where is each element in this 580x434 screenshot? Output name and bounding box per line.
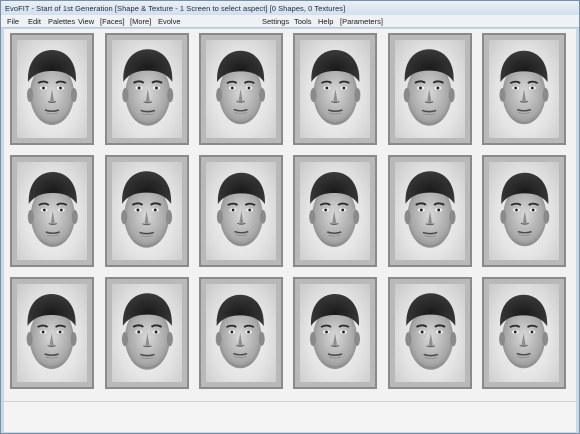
face-image: [206, 284, 276, 382]
face-card-7[interactable]: [10, 155, 94, 267]
face-card-10[interactable]: [293, 155, 377, 267]
face-image: [112, 40, 182, 138]
face-card-1[interactable]: [10, 33, 94, 145]
face-portrait: [216, 50, 266, 125]
menu-view[interactable]: View: [78, 16, 94, 27]
face-grid: [4, 29, 576, 401]
menu-help[interactable]: Help: [318, 16, 333, 27]
bottom-panel: [4, 401, 576, 432]
face-portrait: [310, 50, 361, 125]
face-image: [300, 40, 370, 138]
face-portrait: [310, 294, 360, 369]
menu-edit[interactable]: Edit: [28, 16, 41, 27]
face-portrait: [216, 172, 266, 247]
face-image: [395, 40, 465, 138]
face-card-2[interactable]: [105, 33, 189, 145]
face-card-12[interactable]: [482, 155, 566, 267]
face-card-11[interactable]: [388, 155, 472, 267]
title-bar[interactable]: EvoFIT - Start of 1st Generation [Shape …: [1, 1, 579, 15]
face-portrait: [499, 50, 549, 125]
face-image: [395, 284, 465, 382]
face-portrait: [309, 172, 360, 247]
face-image: [17, 284, 87, 382]
face-portrait: [499, 294, 549, 369]
face-portrait: [404, 171, 456, 248]
menu-faces[interactable]: [Faces]: [100, 16, 125, 27]
face-portrait: [26, 294, 77, 369]
menu-tools[interactable]: Tools: [294, 16, 312, 27]
face-card-15[interactable]: [199, 277, 283, 389]
face-card-6[interactable]: [482, 33, 566, 145]
face-image: [489, 284, 559, 382]
face-card-17[interactable]: [388, 277, 472, 389]
menu-evolve[interactable]: Evolve: [158, 16, 181, 27]
face-image: [300, 162, 370, 260]
face-image: [112, 284, 182, 382]
face-portrait: [27, 172, 78, 247]
face-portrait: [500, 172, 550, 247]
face-portrait: [122, 49, 174, 126]
menu-settings[interactable]: Settings: [262, 16, 289, 27]
window-title: EvoFIT - Start of 1st Generation [Shape …: [5, 3, 346, 13]
face-portrait: [121, 293, 173, 370]
face-portrait: [403, 49, 455, 126]
face-image: [300, 284, 370, 382]
menu-file[interactable]: File: [7, 16, 19, 27]
face-portrait: [215, 294, 265, 369]
face-card-3[interactable]: [199, 33, 283, 145]
face-image: [206, 162, 276, 260]
face-portrait: [405, 293, 457, 370]
face-card-13[interactable]: [10, 277, 94, 389]
face-image: [17, 40, 87, 138]
face-image: [489, 162, 559, 260]
face-card-18[interactable]: [482, 277, 566, 389]
face-image: [489, 40, 559, 138]
face-card-4[interactable]: [293, 33, 377, 145]
face-card-8[interactable]: [105, 155, 189, 267]
face-image: [206, 40, 276, 138]
face-card-5[interactable]: [388, 33, 472, 145]
menu-palettes[interactable]: Palettes: [48, 16, 75, 27]
menu-bar: File Edit Palettes View [Faces] [More] E…: [1, 15, 579, 28]
face-card-14[interactable]: [105, 277, 189, 389]
face-portrait: [121, 171, 173, 248]
menu-parameters[interactable]: [Parameters]: [340, 16, 383, 27]
face-card-9[interactable]: [199, 155, 283, 267]
face-image: [112, 162, 182, 260]
face-image: [395, 162, 465, 260]
face-card-16[interactable]: [293, 277, 377, 389]
menu-more[interactable]: [More]: [130, 16, 151, 27]
evofit-window: EvoFIT - Start of 1st Generation [Shape …: [0, 0, 580, 434]
face-image: [17, 162, 87, 260]
face-portrait: [27, 50, 77, 125]
